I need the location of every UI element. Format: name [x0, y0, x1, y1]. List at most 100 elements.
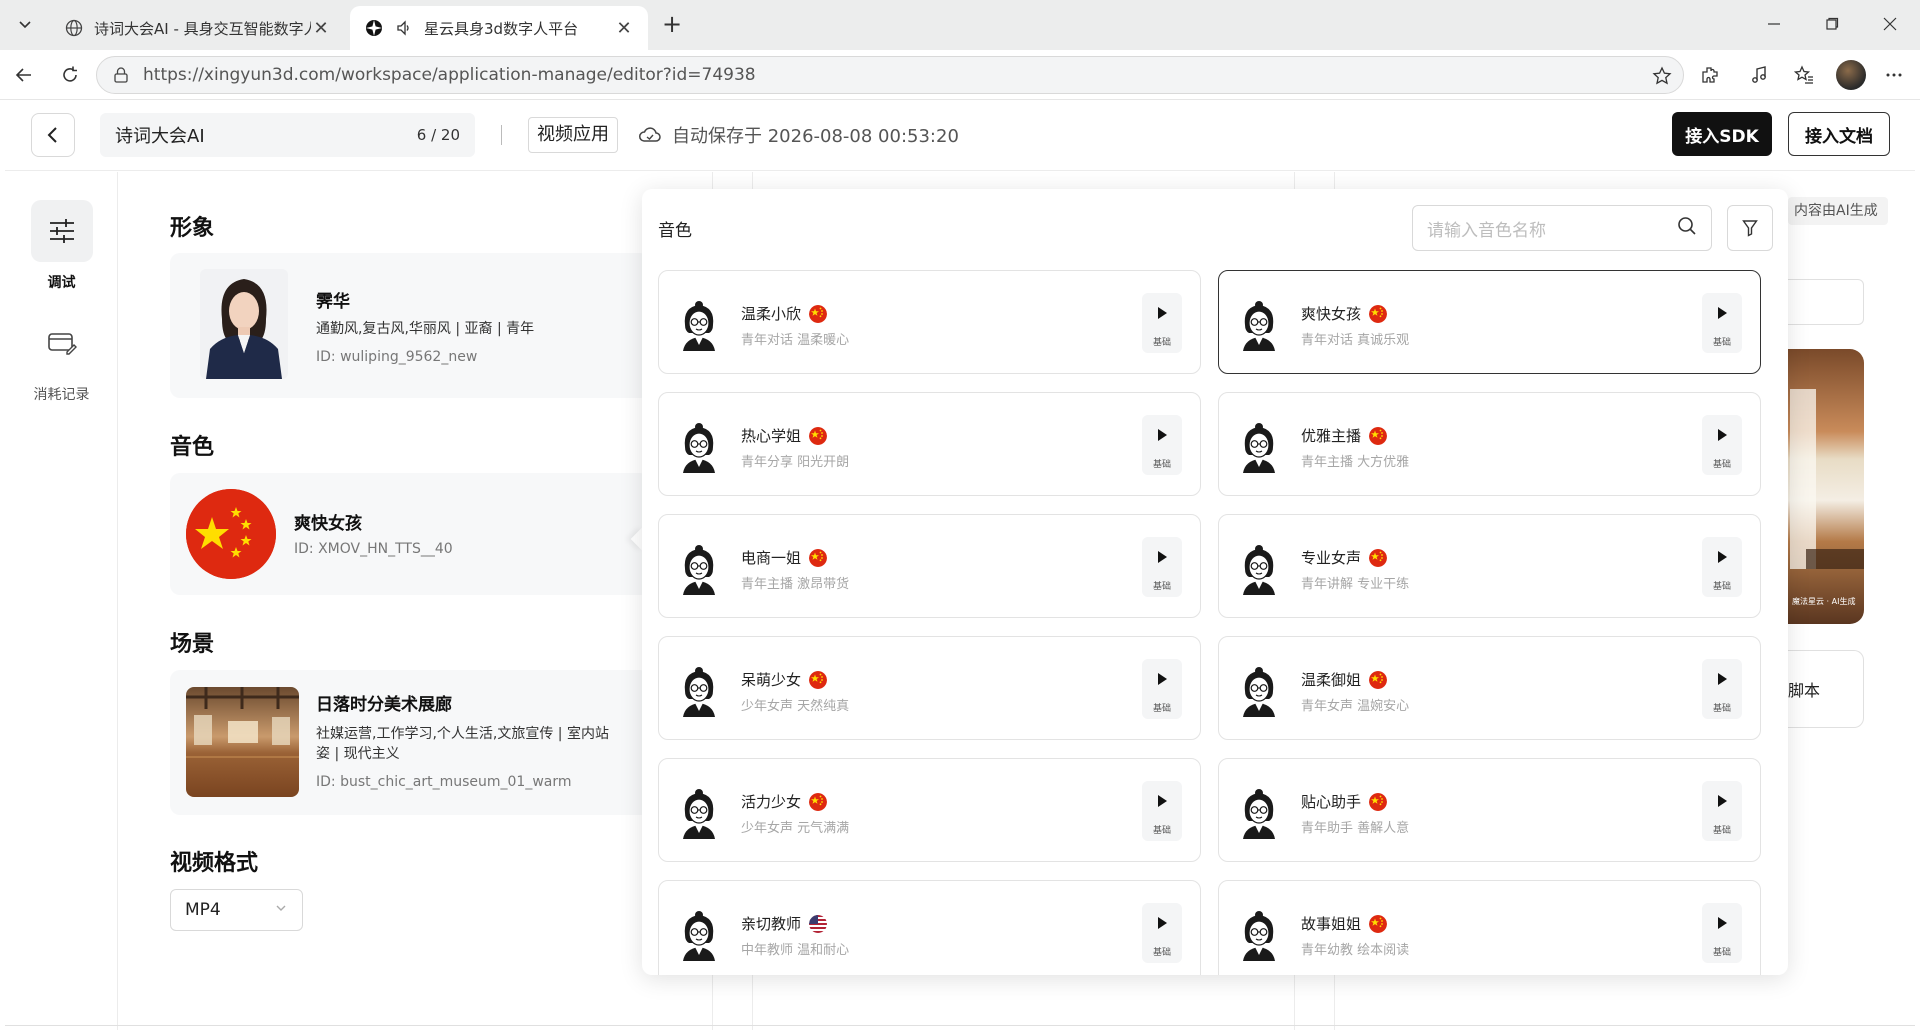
filter-button[interactable] [1727, 205, 1773, 251]
voice-option-desc: 青年幼教 绘本阅读 [1301, 943, 1410, 958]
voice-option-desc: 少年女声 元气满满 [741, 821, 850, 836]
app-name-input[interactable]: 诗词大会AI 6 / 20 [100, 113, 475, 157]
voice-option-name: 温柔小欣 [741, 305, 802, 323]
voice-option-desc: 青年讲解 专业干练 [1301, 577, 1410, 592]
china-flag-icon [809, 670, 828, 689]
voice-option-card[interactable]: 专业女声青年讲解 专业干练 基础 [1218, 514, 1761, 618]
voice-preview-button[interactable]: 基础 [1142, 415, 1182, 475]
voice-option-card[interactable]: 温柔小欣 青年对话 温柔暖心 基础 [658, 270, 1201, 374]
scene-card[interactable]: 日落时分美术展廊 社媒运营,工作学习,个人生活,文旅宣传 | 室内站姿 | 现代… [170, 670, 650, 815]
voice-option-card[interactable]: 电商一姐 青年主播 激昂带货 基础 [658, 514, 1201, 618]
ai-generated-note: 内容由AI生成 [1788, 197, 1888, 225]
voice-option-card[interactable]: 故事姐姐 青年幼教 绘本阅读 基础 [1218, 880, 1761, 975]
more-menu-icon[interactable] [1882, 63, 1906, 87]
voice-preview-button[interactable]: 基础 [1702, 903, 1742, 963]
site-info-icon[interactable] [111, 65, 131, 85]
voice-tier-label: 基础 [1712, 826, 1731, 836]
tab-close-icon[interactable]: ✕ [311, 18, 331, 39]
voice-avatar-icon [1237, 423, 1281, 473]
voice-option-name-row: 热心学姐 [741, 425, 828, 446]
voice-option-desc: 青年分享 阳光开朗 [741, 455, 850, 470]
voice-option-card[interactable]: 亲切教师 中年教师 温和耐心 基础 [658, 880, 1201, 975]
avatar-tags: 通勤风,复古风,华丽风 | 亚裔 | 青年 [316, 321, 535, 337]
china-flag-icon [1369, 670, 1388, 689]
voice-preview-button[interactable]: 基础 [1702, 415, 1742, 475]
script-button[interactable]: 脚本 [1786, 650, 1864, 728]
voice-search-placeholder: 请输入音色名称 [1427, 220, 1546, 241]
favorite-star-icon[interactable] [1651, 65, 1673, 87]
url-field[interactable]: https://xingyun3d.com/workspace/applicat… [96, 56, 1684, 94]
china-flag-icon [1369, 914, 1388, 933]
video-format-select[interactable]: MP4 [170, 889, 303, 931]
play-icon [1714, 549, 1730, 565]
voice-search-input[interactable]: 请输入音色名称 [1412, 205, 1712, 251]
section-title-format: 视频格式 [170, 851, 259, 876]
tab-title: 诗词大会AI - 具身交互智能数字人 [94, 19, 311, 38]
voice-option-card[interactable]: 贴心助手 青年助手 善解人意 基础 [1218, 758, 1761, 862]
profile-avatar[interactable] [1836, 60, 1866, 90]
voice-preview-button[interactable]: 基础 [1142, 781, 1182, 841]
voice-option-card[interactable]: 优雅主播 青年主播 大方优雅 基础 [1218, 392, 1761, 496]
autosave-text: 自动保存于 2026-08-08 00:53:20 [672, 126, 959, 147]
china-flag-icon [809, 426, 828, 445]
play-icon [1154, 549, 1170, 565]
voice-option-desc: 青年对话 真诚乐观 [1301, 333, 1410, 348]
rail-item-usage[interactable]: 消耗记录 [5, 312, 118, 404]
voice-tier-label: 基础 [1152, 948, 1171, 958]
voice-option-card[interactable]: 温柔御姐 青年女声 温婉安心 基础 [1218, 636, 1761, 740]
voice-preview-button[interactable]: 基础 [1142, 537, 1182, 597]
voice-option-card[interactable]: 呆萌少女 少年女声 天然纯真 基础 [658, 636, 1201, 740]
voice-preview-button[interactable]: 基础 [1702, 537, 1742, 597]
scene-thumbnail [186, 687, 299, 797]
search-icon[interactable] [1677, 216, 1697, 240]
voice-card-current[interactable]: 爽快女孩 ID: XMOV_HN_TTS__40 [170, 473, 650, 595]
rail-item-debug[interactable]: 调试 [5, 200, 118, 292]
extensions-icon[interactable] [1698, 63, 1722, 87]
media-control-icon[interactable] [1748, 63, 1772, 87]
tab-list-chevron-icon[interactable] [12, 12, 38, 38]
card-edit-icon [31, 312, 93, 374]
voice-option-name: 活力少女 [741, 793, 802, 811]
voice-option-name-row: 爽快女孩 [1301, 303, 1388, 324]
preview-image: 魔法星云 · AI生成 [1786, 349, 1864, 624]
voice-option-desc: 少年女声 天然纯真 [741, 699, 850, 714]
china-flag-icon [1369, 548, 1388, 567]
voice-preview-button[interactable]: 基础 [1142, 659, 1182, 719]
preview-watermark: 魔法星云 · AI生成 [1792, 597, 1856, 606]
preview-input[interactable] [1786, 279, 1864, 325]
voice-preview-button[interactable]: 基础 [1702, 293, 1742, 353]
globe-icon [64, 18, 84, 38]
sdk-button[interactable]: 接入SDK [1672, 112, 1772, 156]
avatar-card[interactable]: 霁华 通勤风,复古风,华丽风 | 亚裔 | 青年 ID: wuliping_95… [170, 253, 650, 398]
voice-option-card[interactable]: 活力少女少年女声 元气满满 基础 [658, 758, 1201, 862]
app-type-badge: 视频应用 [528, 117, 618, 153]
voice-preview-button[interactable]: 基础 [1702, 781, 1742, 841]
scene-tags: 社媒运营,工作学习,个人生活,文旅宣传 | 室内站姿 | 现代主义 [316, 726, 609, 762]
voice-preview-button[interactable]: 基础 [1142, 903, 1182, 963]
voice-picker-popup: 音色 请输入音色名称 温柔小欣 青年对话 温柔暖心 基础 爽快女孩 青年对话 真诚乐观基… [642, 189, 1788, 975]
new-tab-icon[interactable]: + [660, 12, 684, 37]
minimize-icon[interactable] [1762, 12, 1786, 36]
voice-option-name-row: 温柔小欣 [741, 303, 828, 324]
docs-button[interactable]: 接入文档 [1788, 112, 1890, 156]
play-icon [1714, 427, 1730, 443]
voice-option-name: 温柔御姐 [1301, 671, 1362, 689]
voice-option-card[interactable]: 爽快女孩青年对话 真诚乐观 基础 [1218, 270, 1761, 374]
rail-label-usage: 消耗记录 [33, 387, 90, 403]
voice-preview-button[interactable]: 基础 [1142, 293, 1182, 353]
reload-icon[interactable] [58, 63, 82, 87]
voice-option-card[interactable]: 热心学姐青年分享 阳光开朗 基础 [658, 392, 1201, 496]
close-window-icon[interactable] [1878, 12, 1902, 36]
voice-avatar-icon [677, 545, 721, 595]
voice-preview-button[interactable]: 基础 [1702, 659, 1742, 719]
browser-tab-inactive[interactable]: 诗词大会AI - 具身交互智能数字人 ✕ [50, 6, 345, 50]
back-button[interactable] [31, 113, 75, 157]
video-format-value: MP4 [185, 900, 221, 920]
speaker-icon[interactable] [394, 18, 414, 38]
favorites-list-icon[interactable] [1792, 63, 1816, 87]
back-arrow-icon[interactable] [12, 63, 36, 87]
voice-option-name: 专业女声 [1301, 549, 1362, 567]
browser-tab-active[interactable]: 星云具身3d数字人平台 ✕ [350, 6, 648, 50]
tab-close-icon[interactable]: ✕ [614, 18, 634, 39]
maximize-icon[interactable] [1820, 12, 1844, 36]
